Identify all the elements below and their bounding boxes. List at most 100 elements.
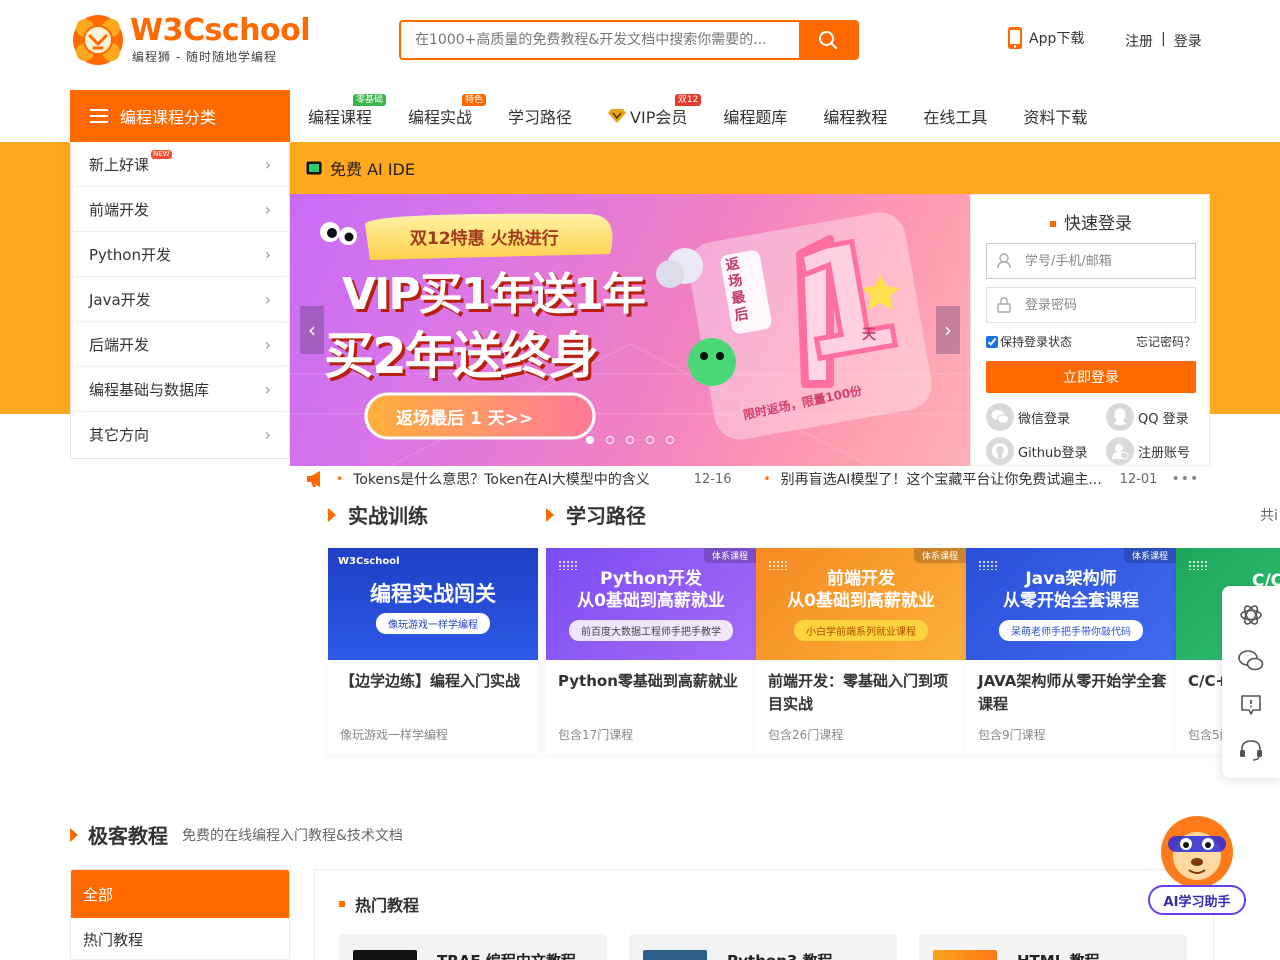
banner-headline-2: 买2年送终身 xyxy=(324,327,599,385)
banner-cta[interactable]: 返场最后 1 天>> xyxy=(396,404,533,429)
course-card[interactable]: 体系课程 Python开发 从0基础到高薪就业 前百度大数据工程师手把手教学 P… xyxy=(546,548,756,754)
category-label: Java开发 xyxy=(89,290,151,309)
ai-assistant-widget[interactable]: AI学习助手 xyxy=(1148,814,1246,918)
banner-prev-button[interactable]: ‹ xyxy=(300,306,324,354)
category-item-new[interactable]: 新上好课 NEW › xyxy=(71,142,289,187)
wechat-icon xyxy=(986,403,1014,431)
banner-dot[interactable] xyxy=(626,436,634,444)
course-card[interactable]: 体系课程 前端开发 从0基础到高薪就业 小白学前端系列就业课程 前端开发：零基础… xyxy=(756,548,966,754)
tutorial-name: HTML 教程 xyxy=(1017,950,1100,960)
category-label: 后端开发 xyxy=(89,335,150,354)
ai-ide-label: 免费 AI IDE xyxy=(330,160,415,179)
nav-item-downloads[interactable]: 资料下载 xyxy=(1023,104,1087,128)
banner-dot[interactable] xyxy=(666,436,674,444)
nav-item-courses[interactable]: 编程课程 零基础 xyxy=(308,94,387,128)
ai-ide-link[interactable]: 免费 AI IDE xyxy=(290,142,1210,194)
card-cover-title: 编程实战闯关 xyxy=(370,581,496,606)
password-field xyxy=(986,287,1196,323)
grid-icon xyxy=(558,560,578,570)
course-category-label: 编程课程分类 xyxy=(120,108,217,127)
wechat-login[interactable]: 微信登录 xyxy=(986,403,1070,431)
remember-checkbox[interactable] xyxy=(986,335,998,348)
chevron-right-icon: › xyxy=(264,289,271,309)
support-icon[interactable] xyxy=(1238,738,1264,762)
course-card[interactable]: 体系课程 Java架构师 从零开始全套课程 呆萌老师手把手带你敲代码 JAVA架… xyxy=(966,548,1176,754)
username-field xyxy=(986,243,1196,279)
logo-slogan: 编程狮 - 随时随地学编程 xyxy=(132,50,277,64)
python-logo-icon xyxy=(643,950,707,960)
nav-badge: 双12 xyxy=(674,94,702,106)
login-link[interactable]: 登录 xyxy=(1174,31,1202,51)
new-tag: NEW xyxy=(151,149,172,159)
banner-dot[interactable] xyxy=(586,436,594,444)
register-account[interactable]: 注册账号 xyxy=(1106,437,1190,465)
banner-dot[interactable] xyxy=(606,436,614,444)
auth-separator: | xyxy=(1161,31,1166,47)
search-button[interactable] xyxy=(799,22,857,58)
geek-category-all[interactable]: 全部 xyxy=(71,870,289,918)
banner-next-button[interactable]: › xyxy=(936,306,960,354)
geek-section-header: 极客教程 免费的在线编程入门教程&技术文档 xyxy=(70,820,403,849)
tab-label: 学习路径 xyxy=(566,504,646,528)
search-input[interactable] xyxy=(401,22,799,58)
grid-icon xyxy=(1188,560,1208,570)
course-category-button[interactable]: 编程课程分类 xyxy=(70,90,290,142)
app-download-link[interactable]: App下载 xyxy=(1007,26,1084,50)
card-cover: 体系课程 前端开发 从0基础到高薪就业 小白学前端系列就业课程 xyxy=(756,548,966,660)
nav-item-question-bank[interactable]: 编程题库 xyxy=(723,104,787,128)
forgot-password-link[interactable]: 忘记密码？ xyxy=(1136,333,1196,350)
tutorial-item[interactable]: Python3 教程 xyxy=(629,934,897,960)
auth-links: 注册 | 登录 xyxy=(1125,31,1202,51)
ai-chat-icon[interactable] xyxy=(1238,602,1264,628)
chevron-right-icon: › xyxy=(264,154,271,174)
nav-label: 编程实战 xyxy=(408,108,473,127)
tab-practice[interactable]: 实战训练 xyxy=(328,500,428,529)
username-input[interactable] xyxy=(1025,253,1185,269)
category-item-frontend[interactable]: 前端开发 › xyxy=(71,187,289,232)
tutorial-item[interactable]: TRAE 编程中文教程 xyxy=(339,934,607,960)
news-item[interactable]: • 别再盲选AI模型了！这个宝藏平台让你免费试遍主... 12-01 xyxy=(754,469,1158,489)
category-item-basics-db[interactable]: 编程基础与数据库 › xyxy=(71,367,289,412)
feedback-icon[interactable] xyxy=(1239,693,1263,717)
card-cover-pill: 呆萌老师手把手带你敲代码 xyxy=(999,619,1143,641)
nav-item-vip[interactable]: VIP会员 双12 xyxy=(608,94,702,128)
wechat-login-label: 微信登录 xyxy=(1018,411,1071,427)
more-news-button[interactable]: ••• xyxy=(1171,471,1199,487)
nav-label: 编程课程 xyxy=(308,108,373,127)
banner-dot[interactable] xyxy=(646,436,654,444)
news-item[interactable]: • Tokens是什么意思？Token在AI大模型中的含义 12-16 xyxy=(326,469,732,489)
category-item-backend[interactable]: 后端开发 › xyxy=(71,322,289,367)
card-brand: W3Cschool xyxy=(338,556,400,567)
total-count-text: 共i xyxy=(1260,508,1278,524)
chevron-right-icon: › xyxy=(264,425,271,444)
nav-item-online-tools[interactable]: 在线工具 xyxy=(923,104,987,128)
category-item-other[interactable]: 其它方向 › xyxy=(71,412,289,457)
nav-item-practice[interactable]: 编程实战 特色 xyxy=(408,94,487,128)
card-title: 【边学边练】编程入门实战 xyxy=(340,672,521,690)
grid-icon xyxy=(978,560,998,570)
nav-item-learning-path[interactable]: 学习路径 xyxy=(508,104,572,128)
register-link[interactable]: 注册 xyxy=(1125,31,1153,51)
geek-category-hot[interactable]: 热门教程 xyxy=(71,918,289,960)
tutorial-item[interactable]: HTML 教程 xyxy=(919,934,1187,960)
banner-day: 天 xyxy=(862,327,876,343)
card-subtitle: 包含26门课程 xyxy=(768,728,844,742)
qq-login[interactable]: QQ 登录 xyxy=(1106,403,1189,431)
category-item-java[interactable]: Java开发 › xyxy=(71,277,289,322)
nav-item-tutorials[interactable]: 编程教程 xyxy=(823,104,887,128)
github-login[interactable]: Github登录 xyxy=(986,437,1088,465)
login-submit-button[interactable]: 立即登录 xyxy=(986,361,1196,393)
wechat-icon[interactable] xyxy=(1238,649,1264,673)
site-logo[interactable]: W3Cschool 编程狮 - 随时随地学编程 xyxy=(72,14,310,66)
card-title: JAVA架构师从零开始学全套课程 xyxy=(978,672,1167,713)
remember-login[interactable]: 保持登录状态 xyxy=(986,333,1072,350)
news-date: 12-01 xyxy=(1119,471,1158,487)
promo-banner[interactable]: 双12特惠 火热进行 VIP买1年送1年 买2年送终身 返场最后 1 天>> 返… xyxy=(290,194,970,466)
course-card[interactable]: W3Cschool 编程实战闯关 像玩游戏一样学编程 【边学边练】编程入门实战 … xyxy=(328,548,538,754)
geek-category-list: 全部 热门教程 xyxy=(70,869,290,960)
tab-learning-path[interactable]: 学习路径 xyxy=(546,500,646,529)
category-item-python[interactable]: Python开发 › xyxy=(71,232,289,277)
password-input[interactable] xyxy=(1025,297,1185,313)
card-cover-pill: 像玩游戏一样学编程 xyxy=(376,612,490,634)
triangle-icon xyxy=(70,827,78,842)
